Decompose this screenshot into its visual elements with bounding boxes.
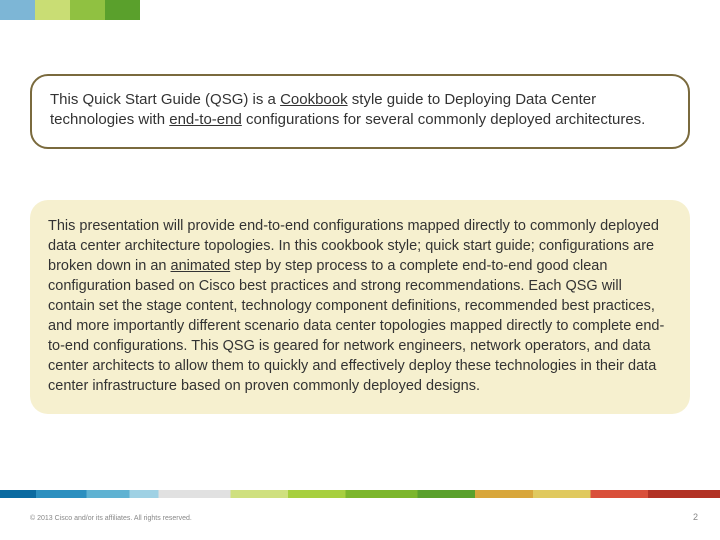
brand-stripe (0, 0, 140, 20)
slide: This Quick Start Guide (QSG) is a Cookbo… (0, 0, 720, 540)
detail-text: This presentation will provide end-to-en… (48, 216, 672, 396)
underlined-term: end-to-end (169, 111, 242, 128)
brand-swatch (35, 0, 70, 20)
text-part: step by step process to a complete end-t… (48, 258, 664, 394)
underlined-term: animated (171, 258, 231, 274)
summary-callout: This Quick Start Guide (QSG) is a Cookbo… (30, 74, 690, 149)
brand-swatch (70, 0, 105, 20)
brand-swatch (105, 0, 140, 20)
detail-callout: This presentation will provide end-to-en… (30, 200, 690, 414)
page-number: 2 (693, 512, 698, 522)
summary-text: This Quick Start Guide (QSG) is a Cookbo… (50, 90, 670, 131)
underlined-term: Cookbook (280, 91, 348, 108)
copyright-text: © 2013 Cisco and/or its affiliates. All … (30, 515, 192, 522)
text-part: This Quick Start Guide (QSG) is a (50, 91, 280, 108)
footer-stripe (0, 490, 720, 498)
text-part: configurations for several commonly depl… (242, 111, 646, 128)
brand-swatch (0, 0, 35, 20)
